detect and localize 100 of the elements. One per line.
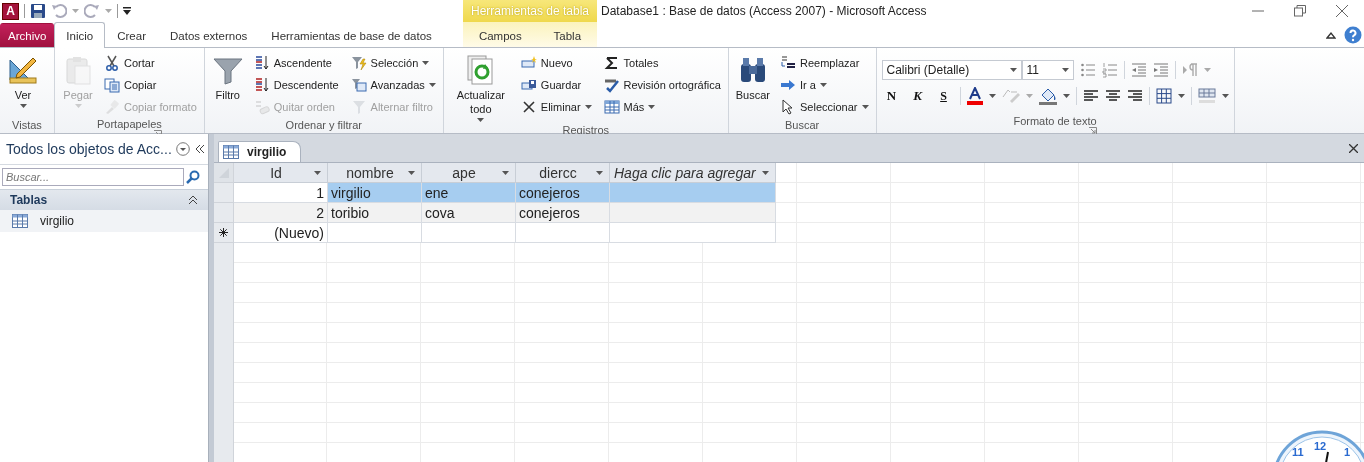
- table-cell: toribio: [328, 203, 422, 223]
- document-tab[interactable]: virgilio: [218, 141, 302, 162]
- caret-icon: [819, 83, 827, 87]
- caret-icon: [648, 105, 656, 109]
- ribbon-tab[interactable]: Crear: [105, 23, 158, 47]
- decrease-indent-icon: [1130, 62, 1147, 78]
- group-label: Ordenar y filtrar: [285, 118, 362, 131]
- undo-icon: [51, 3, 67, 19]
- column-header[interactable]: diercc: [516, 163, 610, 183]
- ribbon-button[interactable]: Más: [601, 96, 723, 118]
- ribbon-button[interactable]: Copiar: [102, 74, 199, 96]
- ribbon-tab[interactable]: Archivo: [0, 23, 55, 47]
- caret-icon: [105, 9, 112, 13]
- caret-icon: [428, 83, 436, 87]
- align-center-icon: [1104, 88, 1121, 104]
- ribbon-button[interactable]: Buscar: [733, 52, 773, 104]
- search-field[interactable]: Buscar...: [2, 168, 184, 186]
- caret-icon: [1062, 94, 1070, 98]
- ribbon-button[interactable]: Ver: [5, 52, 41, 110]
- collapse-pane-icon: [193, 144, 206, 154]
- ribbon-button[interactable]: Seleccionar: [778, 96, 871, 118]
- dropdown-circle-icon: [175, 142, 190, 156]
- ribbon-button[interactable]: Nuevo: [518, 52, 594, 74]
- ribbon-button[interactable]: Cortar: [102, 52, 199, 74]
- ribbon-tab[interactable]: Campos: [466, 23, 534, 47]
- text-style-button[interactable]: S: [933, 86, 954, 106]
- table-icon: [223, 145, 239, 159]
- table-cell: ene: [422, 183, 516, 203]
- app-logo: A: [2, 2, 19, 20]
- lightning-funnel-icon: [350, 55, 367, 71]
- sigma-icon: [603, 55, 620, 71]
- column-header[interactable]: Id: [234, 163, 328, 183]
- save-record-icon: [520, 77, 537, 93]
- caret-icon: [1025, 94, 1033, 98]
- navigation-item[interactable]: virgilio: [0, 210, 208, 232]
- ribbon-button[interactable]: Selección: [348, 52, 438, 74]
- ribbon-button[interactable]: Guardar: [518, 74, 594, 96]
- alternate-row-color-icon: [1197, 88, 1216, 104]
- font-color-icon: [966, 87, 983, 105]
- close-icon: [1349, 143, 1358, 153]
- gridlines-icon: [1155, 88, 1172, 104]
- ribbon-tab[interactable]: Herramientas de base de datos: [259, 23, 444, 47]
- table-cell: 1: [234, 183, 328, 203]
- table-cell: (Nuevo): [234, 223, 328, 243]
- ribbon-button[interactable]: Actualizar todo: [448, 52, 513, 124]
- redo-icon: [84, 3, 100, 19]
- font-size-dropdown[interactable]: 11: [1021, 60, 1074, 80]
- table-cell: virgilio: [328, 183, 422, 203]
- align-left-icon: [1082, 88, 1099, 104]
- column-header[interactable]: Haga clic para agregar: [610, 163, 776, 183]
- close-button[interactable]: [1349, 143, 1358, 153]
- caret-icon: [19, 104, 27, 108]
- ribbon-button[interactable]: Ascendente: [251, 52, 341, 74]
- replace-icon: [780, 55, 797, 71]
- search-icon: [186, 170, 200, 184]
- save-icon: [30, 3, 46, 19]
- customize-menu-icon: [123, 7, 131, 15]
- collapse-ribbon-icon: [1326, 30, 1336, 39]
- launcher-icon: [1088, 127, 1097, 135]
- caret-icon: [72, 9, 79, 13]
- ribbon-tab[interactable]: Inicio: [54, 22, 106, 48]
- font-name-dropdown[interactable]: Calibri (Detalle): [881, 60, 1022, 80]
- close-icon: [1336, 5, 1348, 17]
- restore-icon: [1294, 5, 1306, 17]
- ribbon-button[interactable]: Eliminar: [518, 96, 594, 118]
- column-header[interactable]: ape: [422, 163, 516, 183]
- funnel-icon: [350, 99, 367, 115]
- ribbon-button[interactable]: Reemplazar: [778, 52, 871, 74]
- caret-icon: [477, 118, 485, 122]
- new-record-icon: [520, 55, 537, 71]
- copy-icon: [104, 77, 120, 93]
- caret-icon: [408, 170, 415, 175]
- ribbon-button[interactable]: Ir a: [778, 74, 871, 96]
- table-icon: [12, 214, 28, 228]
- ribbon-button[interactable]: Avanzadas: [348, 74, 438, 96]
- caret-icon: [1203, 68, 1211, 72]
- spellcheck-icon: [603, 77, 620, 93]
- sort-ascending-icon: [253, 55, 270, 71]
- ribbon-button[interactable]: Descendente: [251, 74, 341, 96]
- navigation-pane-title: Todos los objetos de Acc...: [6, 141, 172, 157]
- column-header[interactable]: nombre: [328, 163, 422, 183]
- group-label: Formato de texto: [1013, 115, 1097, 127]
- group-label: Vistas: [12, 118, 42, 131]
- ribbon-tab[interactable]: Datos externos: [158, 23, 260, 47]
- table-cell: cova: [422, 203, 516, 223]
- ribbon-button[interactable]: Revisión ortográfica: [601, 74, 723, 96]
- ribbon-tab[interactable]: Tabla: [541, 23, 594, 47]
- ribbon-button[interactable]: Totales: [601, 52, 723, 74]
- navigation-section-header[interactable]: Tablas: [0, 189, 208, 210]
- text-style-button[interactable]: K: [907, 86, 928, 106]
- arrow-right-icon: [780, 77, 797, 93]
- group-label: Buscar: [785, 118, 820, 131]
- table-cell: 2: [234, 203, 328, 223]
- caret-icon: [1221, 94, 1229, 98]
- window-title: Database1 : Base de datos (Access 2007) - Microsoft Access: [601, 4, 928, 18]
- text-style-button[interactable]: N: [881, 86, 902, 106]
- ribbon-button[interactable]: Filtro: [209, 52, 246, 104]
- paintbrush-icon: [104, 99, 120, 115]
- align-right-icon: [1126, 88, 1143, 104]
- group-label: Registros: [562, 124, 610, 136]
